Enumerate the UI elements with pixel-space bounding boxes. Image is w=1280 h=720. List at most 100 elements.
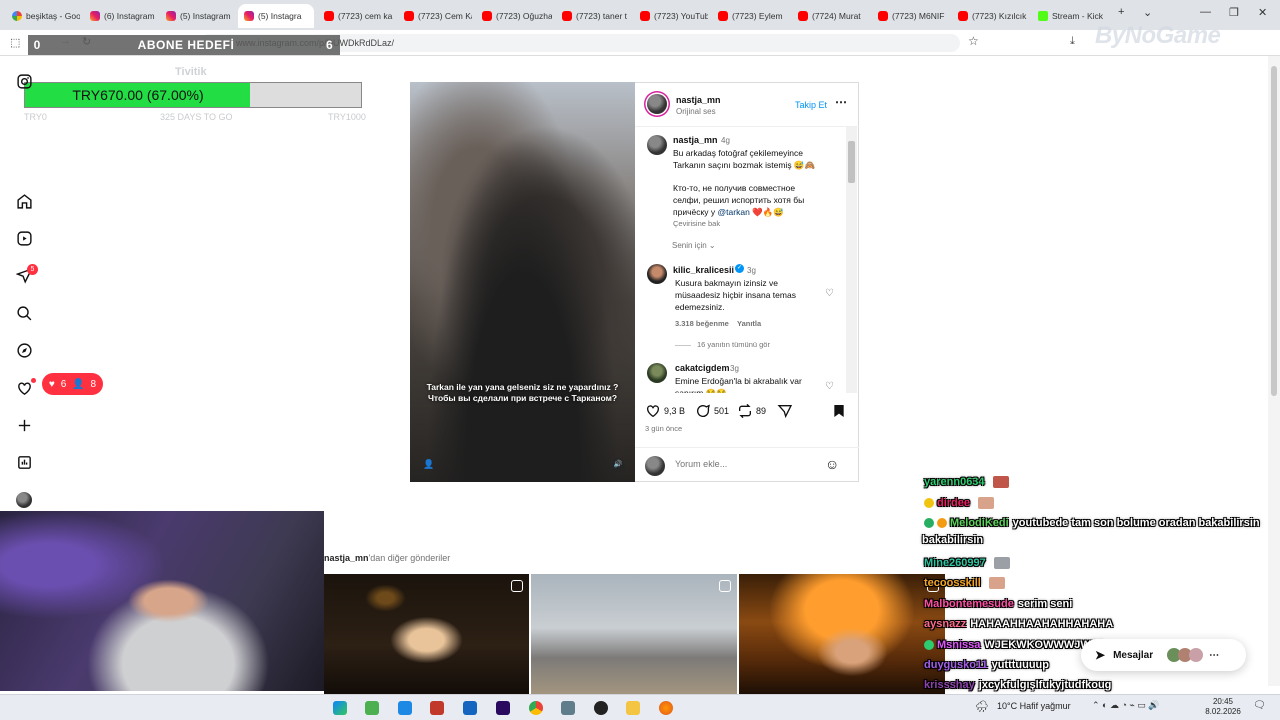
edge-icon[interactable] (333, 701, 347, 715)
more-posts-user[interactable]: nastja_mn (324, 553, 369, 563)
back-icon[interactable]: ⬚ (10, 36, 20, 49)
post-thumbnail[interactable] (531, 574, 737, 694)
messages-button[interactable]: ➤ Mesajlar ⋯ (1081, 639, 1246, 671)
more-posts-suffix: 'dan diğer gönderiler (368, 553, 451, 563)
post-video[interactable]: Tarkan ile yan yana gelseniz siz ne yapa… (410, 82, 635, 482)
create-plus-icon[interactable] (15, 416, 33, 434)
comment-like-icon[interactable]: ♡ (825, 288, 834, 299)
app-icon[interactable] (561, 701, 575, 715)
home-icon[interactable] (15, 192, 33, 210)
followers-count: 8 (90, 378, 97, 390)
taskbar-clock[interactable]: 20:45 8.02.2026 (1200, 697, 1246, 717)
for-you-label[interactable]: Senin için ⌄ (672, 241, 716, 250)
explore-icon[interactable] (15, 341, 33, 359)
minimize-button[interactable]: — (1200, 6, 1211, 18)
search-icon[interactable] (15, 304, 33, 322)
mail-icon[interactable] (398, 701, 412, 715)
browser-tab[interactable]: (7723) YouTub (634, 4, 708, 28)
browser-tab[interactable]: (5) Instagra (238, 4, 314, 28)
activity-dot (31, 378, 36, 383)
chat-text: HAHAAHHAAHAHHAHAHA (970, 618, 1114, 630)
comments-scrollbar[interactable] (846, 127, 857, 393)
browser-tab[interactable]: (6) Instagram (84, 4, 156, 28)
audio-label[interactable]: Orijinal ses (676, 107, 716, 116)
author-avatar[interactable] (647, 94, 667, 114)
comment-reply[interactable]: Yanıtla (737, 319, 761, 328)
scrollbar-thumb[interactable] (848, 141, 855, 183)
follow-button[interactable]: Takip Et (795, 100, 827, 110)
comment-button[interactable]: 501 (695, 403, 729, 419)
close-window-button[interactable]: ✕ (1258, 6, 1267, 19)
premiere-icon[interactable] (496, 701, 510, 715)
tab-label: (7723) taner t (576, 11, 628, 21)
comment-input[interactable] (675, 459, 815, 469)
activity-heart-icon[interactable] (15, 379, 33, 397)
chat-badge-icon (924, 518, 934, 529)
notifications-icon[interactable]: 🗨 (1253, 700, 1266, 711)
app-icon[interactable] (430, 701, 444, 715)
translate-link[interactable]: Çevirisine bak (673, 219, 720, 228)
comment-likes[interactable]: 3.318 beğenme (675, 319, 729, 328)
emoji-icon[interactable]: ☺ (825, 456, 839, 472)
messages-label: Mesajlar (1113, 649, 1154, 661)
caption-time: 4g (721, 136, 730, 145)
browser-tab[interactable]: (7723) Cem Ka (398, 4, 472, 28)
activity-popup[interactable]: ♥ 6 👤 8 (42, 373, 103, 395)
post-thumbnail[interactable] (324, 574, 529, 694)
comment-avatar[interactable] (647, 264, 667, 284)
new-tab-button[interactable]: + (1118, 6, 1124, 18)
dashboard-icon[interactable] (15, 453, 33, 471)
tray-icons[interactable]: ⌃ ◐ ☁ ◔ ⌁ ▭ 🔊 (1092, 700, 1160, 711)
video-caption-tr: Tarkan ile yan yana gelseniz siz ne yapa… (426, 382, 619, 392)
weather-icon[interactable]: 🌧 (975, 700, 989, 713)
store-icon[interactable] (365, 701, 379, 715)
profile-avatar[interactable] (15, 491, 33, 509)
tab-search-icon[interactable]: ⌄ (1143, 6, 1152, 19)
caption-username[interactable]: nastja_mn (673, 135, 718, 145)
comment-like-icon[interactable]: ♡ (825, 381, 834, 392)
author-username[interactable]: nastja_mn (676, 95, 721, 105)
page-scrollbar-thumb[interactable] (1271, 66, 1277, 396)
user-tag-icon[interactable]: 👤 (423, 459, 434, 470)
caption-avatar[interactable] (647, 135, 667, 155)
browser-tab[interactable]: (7723) M6NIF (872, 4, 948, 28)
browser-tab[interactable]: (5) Instagram (160, 4, 234, 28)
sound-icon[interactable]: 🔊 (611, 458, 625, 472)
repost-button[interactable]: 89 (737, 403, 766, 419)
instagram-logo-icon[interactable] (15, 72, 33, 90)
browser-tab[interactable]: (7723) Oğuzha (476, 4, 552, 28)
share-icon (777, 405, 793, 419)
comment-username[interactable]: kilic_kralicesii (673, 265, 734, 275)
comment-avatar[interactable] (647, 363, 667, 383)
reels-icon[interactable] (15, 229, 33, 247)
browser-tab[interactable]: (7724) Murat (792, 4, 868, 28)
chat-username: yarenn0634 (924, 476, 985, 488)
weather-text[interactable]: 10°C Hafif yağmur (997, 701, 1071, 711)
browser-tab[interactable]: beşiktaş - Goo (6, 4, 80, 28)
page-scrollbar[interactable] (1268, 56, 1280, 686)
browser-tab[interactable]: (7723) Kızılcık (952, 4, 1028, 28)
browser-tab[interactable]: (7723) Eylem (712, 4, 788, 28)
chrome-icon[interactable] (529, 701, 543, 715)
dropbox-icon[interactable] (463, 701, 477, 715)
firefox-icon[interactable] (659, 701, 673, 715)
download-icon[interactable]: ⤓ (1070, 35, 1075, 48)
save-button[interactable] (831, 403, 847, 419)
browser-tab[interactable]: (7723) cem ka (318, 4, 394, 28)
bookmark-star-icon[interactable]: ☆ (968, 34, 979, 48)
obs-icon[interactable] (594, 701, 608, 715)
post-thumbnail[interactable] (739, 574, 945, 694)
tab-label: (5) Instagram (180, 11, 231, 21)
browser-tab[interactable]: (7723) taner t (556, 4, 630, 28)
chat-badge-icon (924, 640, 934, 651)
share-button[interactable] (777, 403, 793, 419)
comment-username[interactable]: cakatcigdem (675, 363, 730, 373)
tab-label: (7724) Murat (812, 11, 861, 21)
maximize-button[interactable]: ❐ (1229, 6, 1239, 19)
file-explorer-icon[interactable] (626, 701, 640, 715)
more-options-icon[interactable]: ⋯ (835, 95, 847, 109)
caption-text-ru: Кто-то, не получив совместное селфи, реш… (673, 182, 823, 218)
caption-mention[interactable]: @tarkan (718, 207, 750, 217)
like-button[interactable]: 9,3 B (645, 403, 685, 419)
see-replies-link[interactable]: 16 yanıtın tümünü gör (697, 340, 770, 349)
